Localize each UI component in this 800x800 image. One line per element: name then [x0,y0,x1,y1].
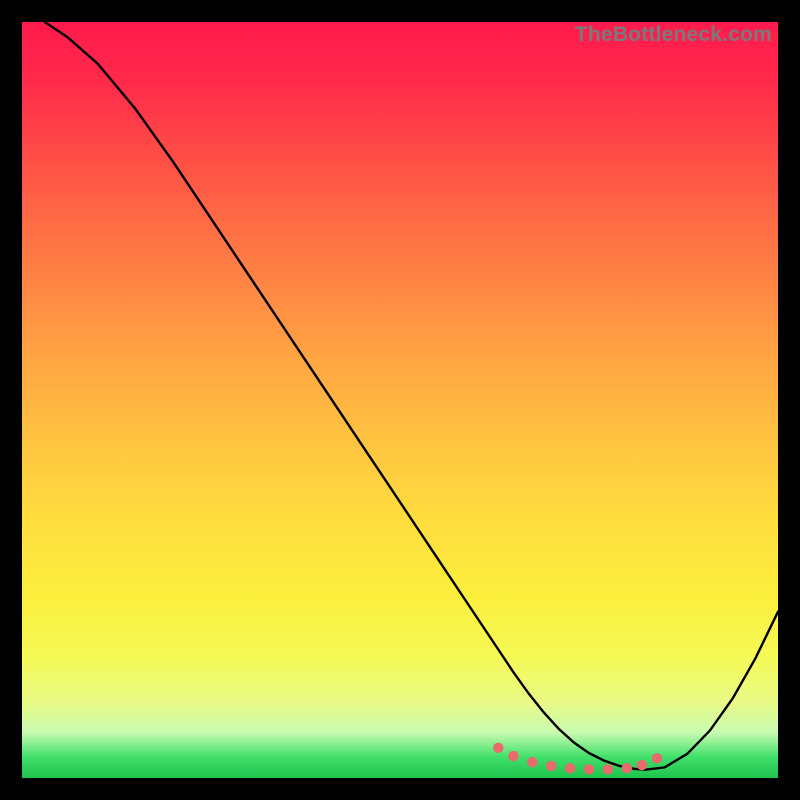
marker-dot [508,751,518,761]
curve-svg [22,22,778,778]
plot-area: TheBottleneck.com [22,22,778,778]
marker-dot [565,763,575,773]
marker-dot [584,764,594,774]
chart-frame: TheBottleneck.com [0,0,800,800]
marker-dot [603,764,613,774]
marker-dot [637,760,647,770]
marker-dot [493,743,503,753]
marker-dot [622,763,632,773]
marker-dot [527,757,537,767]
marker-dot [546,761,556,771]
bottleneck-curve [45,22,778,770]
marker-dot [652,753,662,763]
